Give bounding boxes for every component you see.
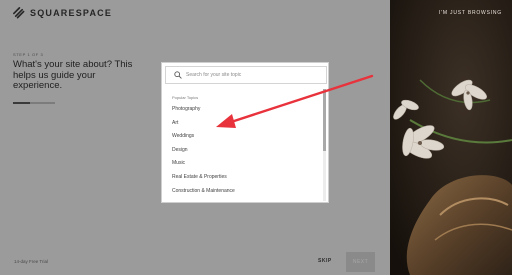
topic-list: Photography Art Weddings Design Music Re… <box>172 105 322 200</box>
background-photo <box>390 0 512 275</box>
topic-item-photography[interactable]: Photography <box>172 105 322 119</box>
topic-item-construction[interactable]: Construction & Maintenance <box>172 187 322 201</box>
topic-dropdown: Popular Topics Photography Art Weddings … <box>161 62 329 203</box>
squarespace-logo-icon <box>13 7 25 19</box>
topic-item-music[interactable]: Music <box>172 159 322 173</box>
brand-name: SQUARESPACE <box>30 7 113 18</box>
topic-item-weddings[interactable]: Weddings <box>172 132 322 146</box>
search-input[interactable] <box>186 72 316 78</box>
topic-item-art[interactable]: Art <box>172 119 322 133</box>
flower-image <box>390 0 512 275</box>
scrollbar-thumb[interactable] <box>323 89 326 151</box>
step-indicator: STEP 1 OF 3 <box>13 52 44 57</box>
search-box[interactable] <box>165 66 327 84</box>
topic-item-real-estate[interactable]: Real Estate & Properties <box>172 173 322 187</box>
next-button[interactable]: NEXT <box>346 252 375 272</box>
skip-button[interactable]: SKIP <box>318 258 332 264</box>
brand-logo[interactable]: SQUARESPACE <box>12 6 112 19</box>
topic-item-design[interactable]: Design <box>172 146 322 160</box>
dropdown-scrollbar[interactable] <box>323 89 326 201</box>
popular-topics-header: Popular Topics <box>172 95 199 100</box>
just-browsing-link[interactable]: I'M JUST BROWSING <box>439 10 502 16</box>
progress-bar <box>13 102 55 104</box>
free-trial-text: 14-day Free Trial <box>14 259 49 264</box>
progress-fill <box>13 102 30 104</box>
search-icon <box>174 71 182 79</box>
page-title: What's your site about? This helps us gu… <box>13 59 133 91</box>
